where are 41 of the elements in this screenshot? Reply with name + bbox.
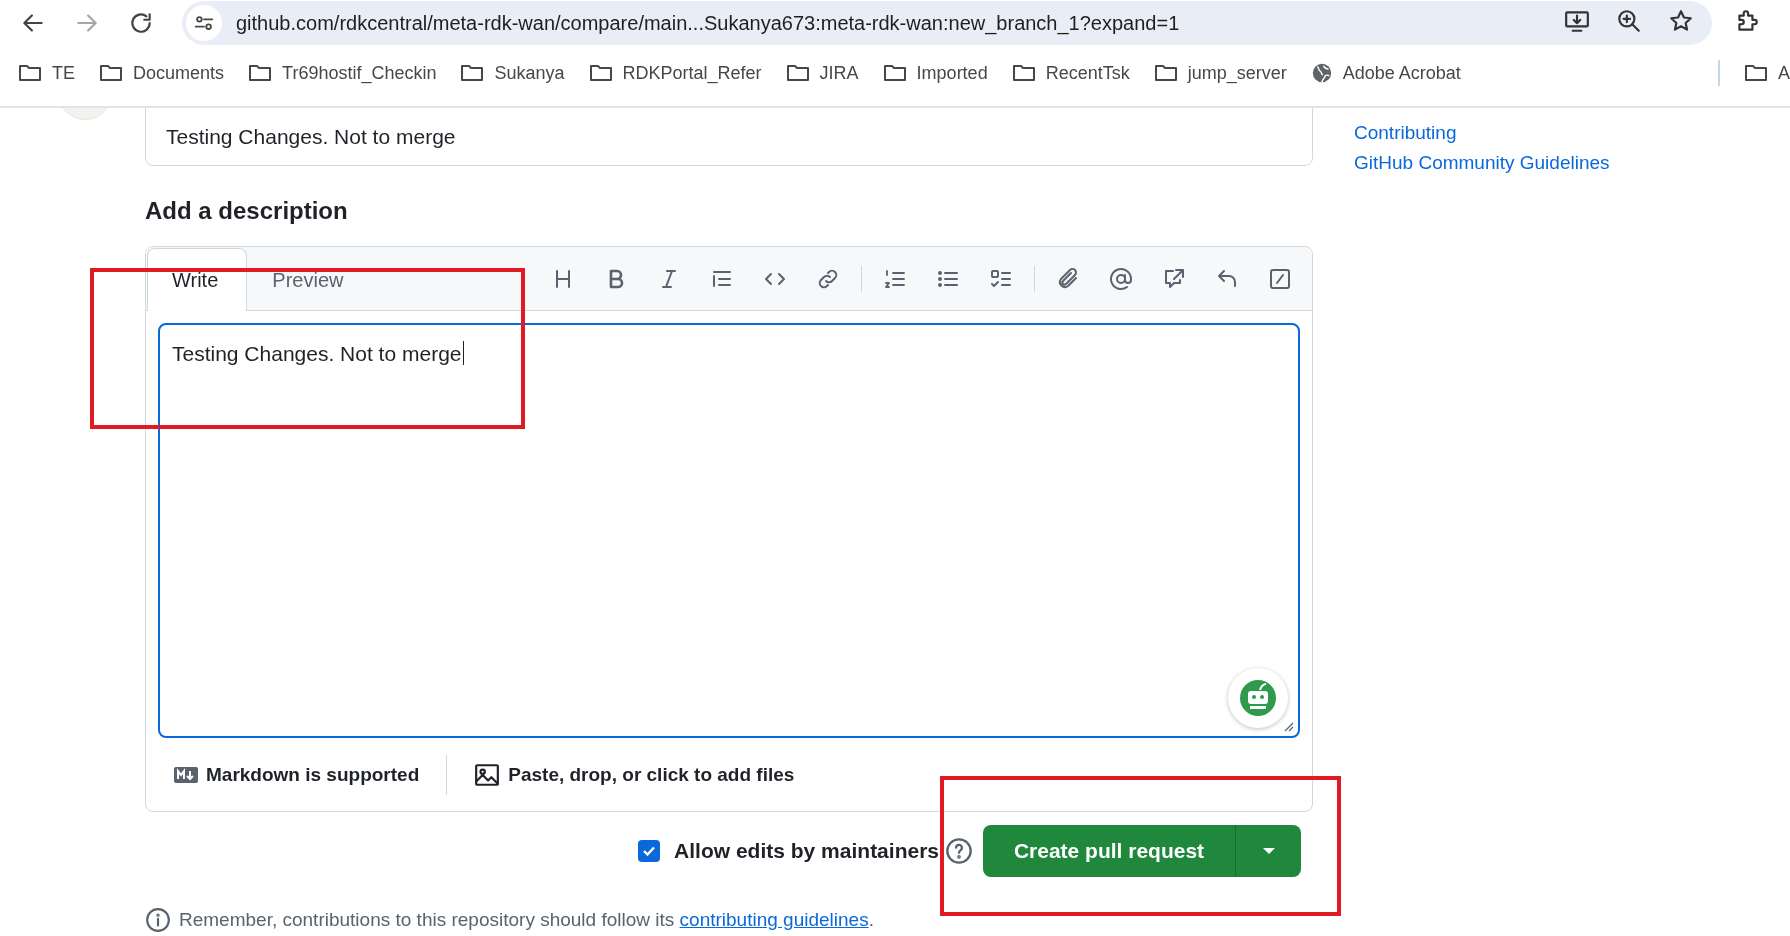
paperclip-icon[interactable] [1056, 266, 1080, 291]
checkbox[interactable] [638, 840, 661, 862]
file-upload-link[interactable]: Paste, drop, or click to add files [508, 763, 795, 786]
mention-icon[interactable] [1109, 266, 1133, 291]
bookmark[interactable]: TE [18, 61, 75, 85]
create-pull-request-button[interactable]: Create pull request [983, 825, 1235, 877]
robot-icon[interactable] [1228, 668, 1288, 728]
markdown-hint: Markdown is supported [206, 763, 420, 786]
contributing-guidelines-link[interactable]: contributing guidelines [679, 909, 869, 930]
bookmark[interactable]: Documents [99, 61, 225, 85]
slash-command-icon[interactable] [1268, 266, 1292, 291]
editor-tab[interactable]: Write [147, 248, 248, 311]
bookmark[interactable]: Imported [882, 61, 988, 85]
markdown-icon [174, 766, 198, 783]
editor-tab[interactable]: Preview [247, 249, 373, 311]
bookmark[interactable]: Tr69hostif_Checkin [248, 61, 437, 85]
caret-icon [1261, 847, 1276, 855]
bookmark[interactable]: Adobe Acrobat [1310, 62, 1461, 84]
reload-icon[interactable] [128, 10, 154, 36]
site-settings-icon[interactable] [186, 5, 222, 41]
description-textarea[interactable]: Testing Changes. Not to merge [158, 323, 1300, 738]
bookmark[interactable]: Sukanya [460, 61, 565, 85]
bookmark[interactable]: RDKPortal_Refer [588, 61, 762, 85]
contributing-note: Remember, contributions to this repository should follow its contributing guidelines. [179, 909, 874, 931]
bookmark[interactable]: JIRA [785, 61, 859, 85]
info-icon [145, 907, 171, 933]
bookmark[interactable]: A [1744, 61, 1790, 85]
checkbox-label: Allow edits by maintainers [674, 839, 939, 863]
sidebar-link[interactable]: GitHub Community Guidelines [1354, 148, 1610, 178]
section-heading: Add a description [145, 196, 348, 226]
bookmark[interactable]: RecentTsk [1011, 61, 1130, 85]
title-field[interactable]: Testing Changes. Not to merge [145, 108, 1313, 166]
url-text: github.com/rdkcentral/meta-rdk-wan/compare/main...Sukanya673:meta-rdk-wan:new_branch_1?expand=1 [236, 11, 1181, 35]
cross-reference-icon[interactable] [1162, 266, 1186, 291]
sidebar-link[interactable]: Contributing [1354, 118, 1457, 148]
help-icon[interactable] [945, 837, 973, 865]
globe-icon [1310, 62, 1333, 84]
bookmark[interactable]: jump_server [1153, 61, 1287, 85]
address-bar[interactable]: github.com/rdkcentral/meta-rdk-wan/compare/main...Sukanya673:meta-rdk-wan:new_branch_1?expand=1 [182, 1, 1712, 45]
resize-handle-icon[interactable] [1282, 720, 1294, 732]
image-icon [474, 761, 501, 788]
